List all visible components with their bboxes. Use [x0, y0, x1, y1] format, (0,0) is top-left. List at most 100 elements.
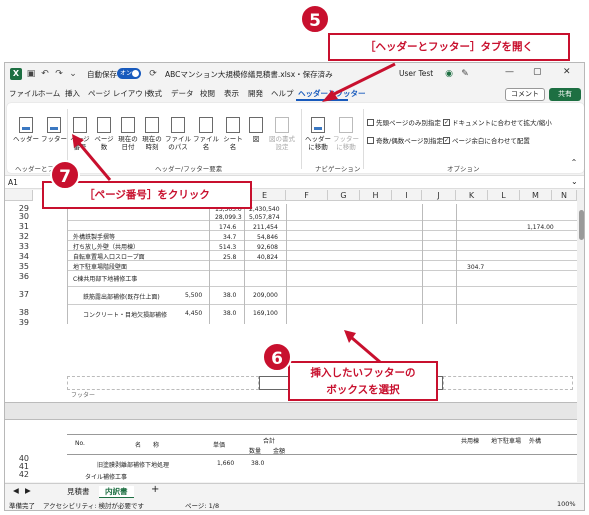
column-header-f[interactable]: F [286, 190, 328, 201]
separator [363, 109, 364, 169]
maximize-icon[interactable]: ▢ [533, 67, 542, 77]
undo-icon[interactable]: ↶ [39, 68, 51, 80]
footer-right-box[interactable] [443, 376, 573, 390]
current-time-button[interactable]: 現在の時刻 [141, 117, 163, 151]
table-header-exterior: 外構 [529, 438, 542, 445]
scale-with-document-checkbox[interactable]: ✓ ドキュメントに合わせて拡大/縮小 [443, 117, 552, 127]
page-number-button[interactable]: ページ番号 [69, 117, 91, 151]
add-sheet-icon[interactable]: + [151, 484, 159, 495]
grid-line [244, 204, 245, 324]
column-header-k[interactable]: K [456, 190, 488, 201]
tab-formulas[interactable]: 数式 [147, 88, 162, 99]
odd-even-different-checkbox[interactable]: 奇数/偶数ページ別指定 [367, 135, 443, 145]
row-header[interactable]: 34 [5, 252, 33, 261]
active-tab-indicator [296, 99, 348, 101]
cell-value: 38.0 [223, 310, 237, 317]
header-icon [19, 117, 33, 133]
page-count-button[interactable]: ページ数 [93, 117, 115, 151]
tab-insert[interactable]: 挿入 [65, 88, 80, 99]
sheet-tab-estimate[interactable]: 見積書 [67, 486, 90, 497]
row-header[interactable]: 32 [5, 232, 33, 241]
expand-formula-icon[interactable]: ⌄ [571, 177, 578, 186]
grid-line [67, 230, 577, 231]
vertical-scrollbar[interactable] [577, 190, 584, 482]
current-date-button[interactable]: 現在の日付 [117, 117, 139, 151]
column-header-i[interactable]: I [392, 190, 422, 201]
zoom-level[interactable]: 100% [557, 500, 576, 508]
tab-help[interactable]: ヘルプ [271, 88, 294, 99]
share-button[interactable]: 共有 [549, 88, 581, 101]
excel-window: X ▣ ↶ ↷ ⌄ 自動保存 オン ⟳ ABCマンション大規模修繕見積書.xls… [4, 62, 585, 511]
refresh-icon[interactable]: ⟳ [147, 68, 159, 80]
grid-line [67, 250, 577, 251]
column-header-j[interactable]: J [422, 190, 456, 201]
row-header[interactable]: 33 [5, 242, 33, 251]
accessibility-status[interactable]: アクセシビリティ: 検討が必要です [43, 500, 144, 510]
column-header-m[interactable]: M [520, 190, 552, 201]
row-header[interactable]: 30 [5, 212, 33, 221]
comment-button[interactable]: コメント [505, 88, 545, 101]
align-with-margins-checkbox[interactable]: ✓ ページ余白に合わせて配置 [443, 135, 530, 145]
row-header[interactable]: 39 [5, 318, 33, 327]
format-picture-button[interactable]: 図の書式設定 [267, 117, 297, 151]
file-name-button[interactable]: ファイル名 [193, 117, 219, 151]
column-header-l[interactable]: L [488, 190, 520, 201]
footer-left-box[interactable] [67, 376, 259, 390]
tab-page-layout[interactable]: ページ レイアウト [88, 88, 150, 99]
cell-value: 2,430,540 [249, 206, 280, 213]
scroll-thumb[interactable] [579, 210, 584, 240]
header-button[interactable]: ヘッダー [13, 117, 39, 143]
cell-value: 34.7 [223, 234, 237, 241]
goto-footer-button[interactable]: フッターに移動 [333, 117, 359, 151]
grid-line [422, 204, 423, 324]
column-header-h[interactable]: H [360, 190, 392, 201]
save-icon[interactable]: ▣ [25, 68, 37, 80]
footer-button[interactable]: フッター [41, 117, 67, 143]
tab-file[interactable]: ファイル [9, 88, 39, 99]
checkbox-checked-icon: ✓ [443, 118, 450, 126]
redo-icon[interactable]: ↷ [53, 68, 65, 80]
page-indicator: ページ: 1/8 [185, 502, 220, 510]
user-avatar-icon[interactable]: ◉ [443, 68, 455, 80]
row-header[interactable]: 36 [5, 272, 33, 281]
tab-data[interactable]: データ [171, 88, 194, 99]
item-name: 外構鉄製手摺等 [73, 234, 116, 241]
tab-home[interactable]: ホーム [38, 88, 60, 99]
table-header-parking: 地下駐車場 [491, 438, 522, 445]
file-path-button[interactable]: ファイルのパス [165, 117, 191, 151]
clock-icon [145, 117, 159, 133]
pen-icon[interactable]: ✎ [459, 68, 471, 80]
column-header-g[interactable]: G [328, 190, 360, 201]
column-header-n[interactable]: N [552, 190, 577, 201]
select-all-corner[interactable] [5, 190, 33, 201]
sheet-name-button[interactable]: シート名 [221, 117, 245, 151]
minimize-icon[interactable]: — [505, 67, 514, 77]
grid-line [67, 240, 577, 241]
cell-value: 38.0 [223, 292, 237, 299]
qat-more-icon[interactable]: ⌄ [67, 68, 79, 80]
step-badge-6: 6 [262, 342, 292, 372]
name-box[interactable]: A1 [8, 178, 18, 187]
row-header[interactable]: 37 [5, 290, 33, 299]
tab-developer[interactable]: 開発 [248, 88, 263, 99]
cell-value: 38.0 [251, 460, 265, 467]
collapse-ribbon-icon[interactable]: ⌃ [569, 159, 579, 167]
cell-value: 28,099.3 [215, 214, 242, 221]
row-header[interactable]: 38 [5, 308, 33, 317]
user-name[interactable]: User Test [399, 69, 433, 78]
row-header[interactable]: 35 [5, 262, 33, 271]
goto-header-button[interactable]: ヘッダーに移動 [305, 117, 331, 151]
table-header-common: 共用棟 [461, 438, 480, 445]
next-sheet-icon[interactable]: ▶ [25, 486, 31, 495]
tab-review[interactable]: 校閲 [200, 88, 215, 99]
prev-sheet-icon[interactable]: ◀ [13, 486, 19, 495]
tab-view[interactable]: 表示 [224, 88, 239, 99]
first-page-different-checkbox[interactable]: 先頭ページのみ別指定 [367, 117, 441, 127]
worksheet[interactable]: D E F G H I J K L M N 29 30 31 32 33 34 … [5, 190, 577, 482]
autosave-toggle[interactable]: オン [117, 68, 141, 79]
tab-header-footer[interactable]: ヘッダーとフッター [298, 88, 366, 99]
row-header[interactable]: 31 [5, 222, 33, 231]
picture-button[interactable]: 図 [247, 117, 265, 143]
row-header[interactable]: 42 [5, 470, 33, 479]
close-icon[interactable]: ✕ [563, 67, 571, 77]
